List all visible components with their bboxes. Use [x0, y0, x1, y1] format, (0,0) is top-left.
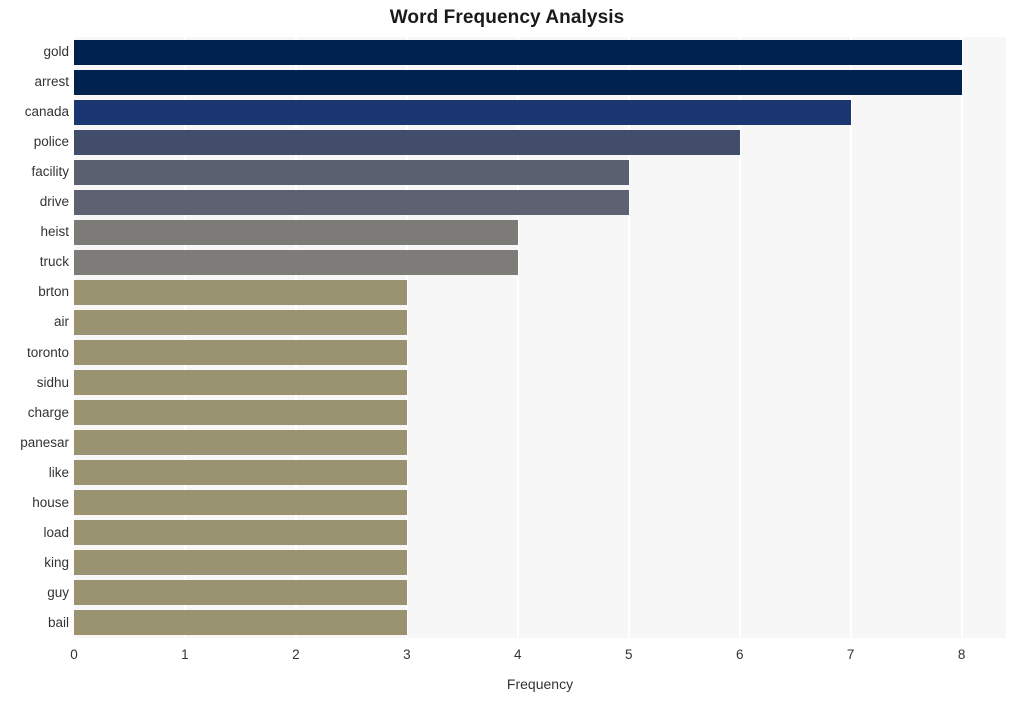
bar-row [74, 460, 1006, 486]
bar-row [74, 249, 1006, 275]
bar-charge[interactable] [74, 400, 407, 426]
y-tick-label-facility: facility [31, 164, 69, 180]
bar-arrest[interactable] [74, 69, 962, 95]
bar-facility[interactable] [74, 159, 629, 185]
y-tick-label-brton: brton [38, 284, 69, 300]
bar-brton[interactable] [74, 279, 407, 305]
bar-row [74, 99, 1006, 125]
x-tick-label-6: 6 [735, 647, 744, 662]
y-tick-label-toronto: toronto [26, 344, 69, 360]
bar-row [74, 159, 1006, 185]
bar-panesar[interactable] [74, 430, 407, 456]
bar-air[interactable] [74, 309, 407, 335]
y-tick-label-king: king [44, 554, 69, 570]
y-tick-label-canada: canada [24, 104, 69, 120]
bar-guy[interactable] [74, 580, 407, 606]
bar-row [74, 219, 1006, 245]
x-axis-title: Frequency [506, 676, 574, 692]
y-axis-tick-labels: gold arrest canada police facility drive heist… [0, 37, 69, 638]
y-tick-label-sidhu: sidhu [36, 374, 69, 390]
x-tick-label-0: 0 [70, 647, 78, 662]
chart-title: Word Frequency Analysis [389, 7, 625, 28]
bar-row [74, 400, 1006, 426]
bar-row [74, 69, 1006, 95]
y-tick-label-truck: truck [39, 254, 69, 270]
bar-row [74, 370, 1006, 396]
y-tick-label-arrest: arrest [34, 74, 69, 90]
x-tick-label-5: 5 [624, 647, 633, 662]
x-tick-label-8: 8 [957, 647, 966, 662]
bar-bail[interactable] [74, 610, 407, 636]
y-tick-label-like: like [48, 464, 69, 480]
y-tick-label-house: house [32, 494, 69, 510]
bar-row [74, 189, 1006, 215]
y-tick-label-gold: gold [43, 44, 69, 60]
bar-row [74, 430, 1006, 456]
bar-sidhu[interactable] [74, 370, 407, 396]
x-tick-label-4: 4 [514, 647, 522, 662]
plot-area [73, 37, 1006, 638]
bar-row [74, 279, 1006, 305]
x-tick-label-3: 3 [403, 647, 411, 662]
bar-load[interactable] [74, 520, 407, 546]
x-tick-label-7: 7 [846, 647, 855, 662]
bar-truck[interactable] [74, 249, 518, 275]
y-tick-label-panesar: panesar [20, 434, 69, 450]
y-tick-label-bail: bail [47, 614, 69, 630]
bar-like[interactable] [74, 460, 407, 486]
bar-row [74, 39, 1006, 65]
bar-row [74, 490, 1006, 516]
bar-king[interactable] [74, 550, 407, 576]
x-tick-label-2: 2 [292, 647, 300, 662]
y-tick-label-charge: charge [27, 404, 69, 420]
bar-row [74, 520, 1006, 546]
bar-heist[interactable] [74, 219, 518, 245]
y-tick-label-drive: drive [39, 194, 69, 210]
x-tick-label-1: 1 [181, 647, 189, 662]
y-tick-label-air: air [53, 314, 69, 330]
bar-series [74, 37, 1006, 638]
bar-canada[interactable] [74, 99, 851, 125]
bar-toronto[interactable] [74, 340, 407, 366]
bar-gold[interactable] [74, 39, 962, 65]
word-frequency-chart-figure: Word Frequency Analysis gold arrest canada… [0, 0, 1014, 701]
bar-row [74, 309, 1006, 335]
y-tick-label-guy: guy [47, 584, 69, 600]
bar-row [74, 610, 1006, 636]
y-tick-label-load: load [43, 524, 69, 540]
y-tick-label-heist: heist [40, 224, 69, 240]
bar-house[interactable] [74, 490, 407, 516]
bar-drive[interactable] [74, 189, 629, 215]
x-axis-tick-labels: 0 1 2 3 4 5 6 7 8 [0, 648, 1014, 668]
bar-police[interactable] [74, 129, 740, 155]
bar-row [74, 340, 1006, 366]
y-tick-label-police: police [33, 134, 69, 150]
bar-row [74, 550, 1006, 576]
bar-row [74, 580, 1006, 606]
bar-row [74, 129, 1006, 155]
